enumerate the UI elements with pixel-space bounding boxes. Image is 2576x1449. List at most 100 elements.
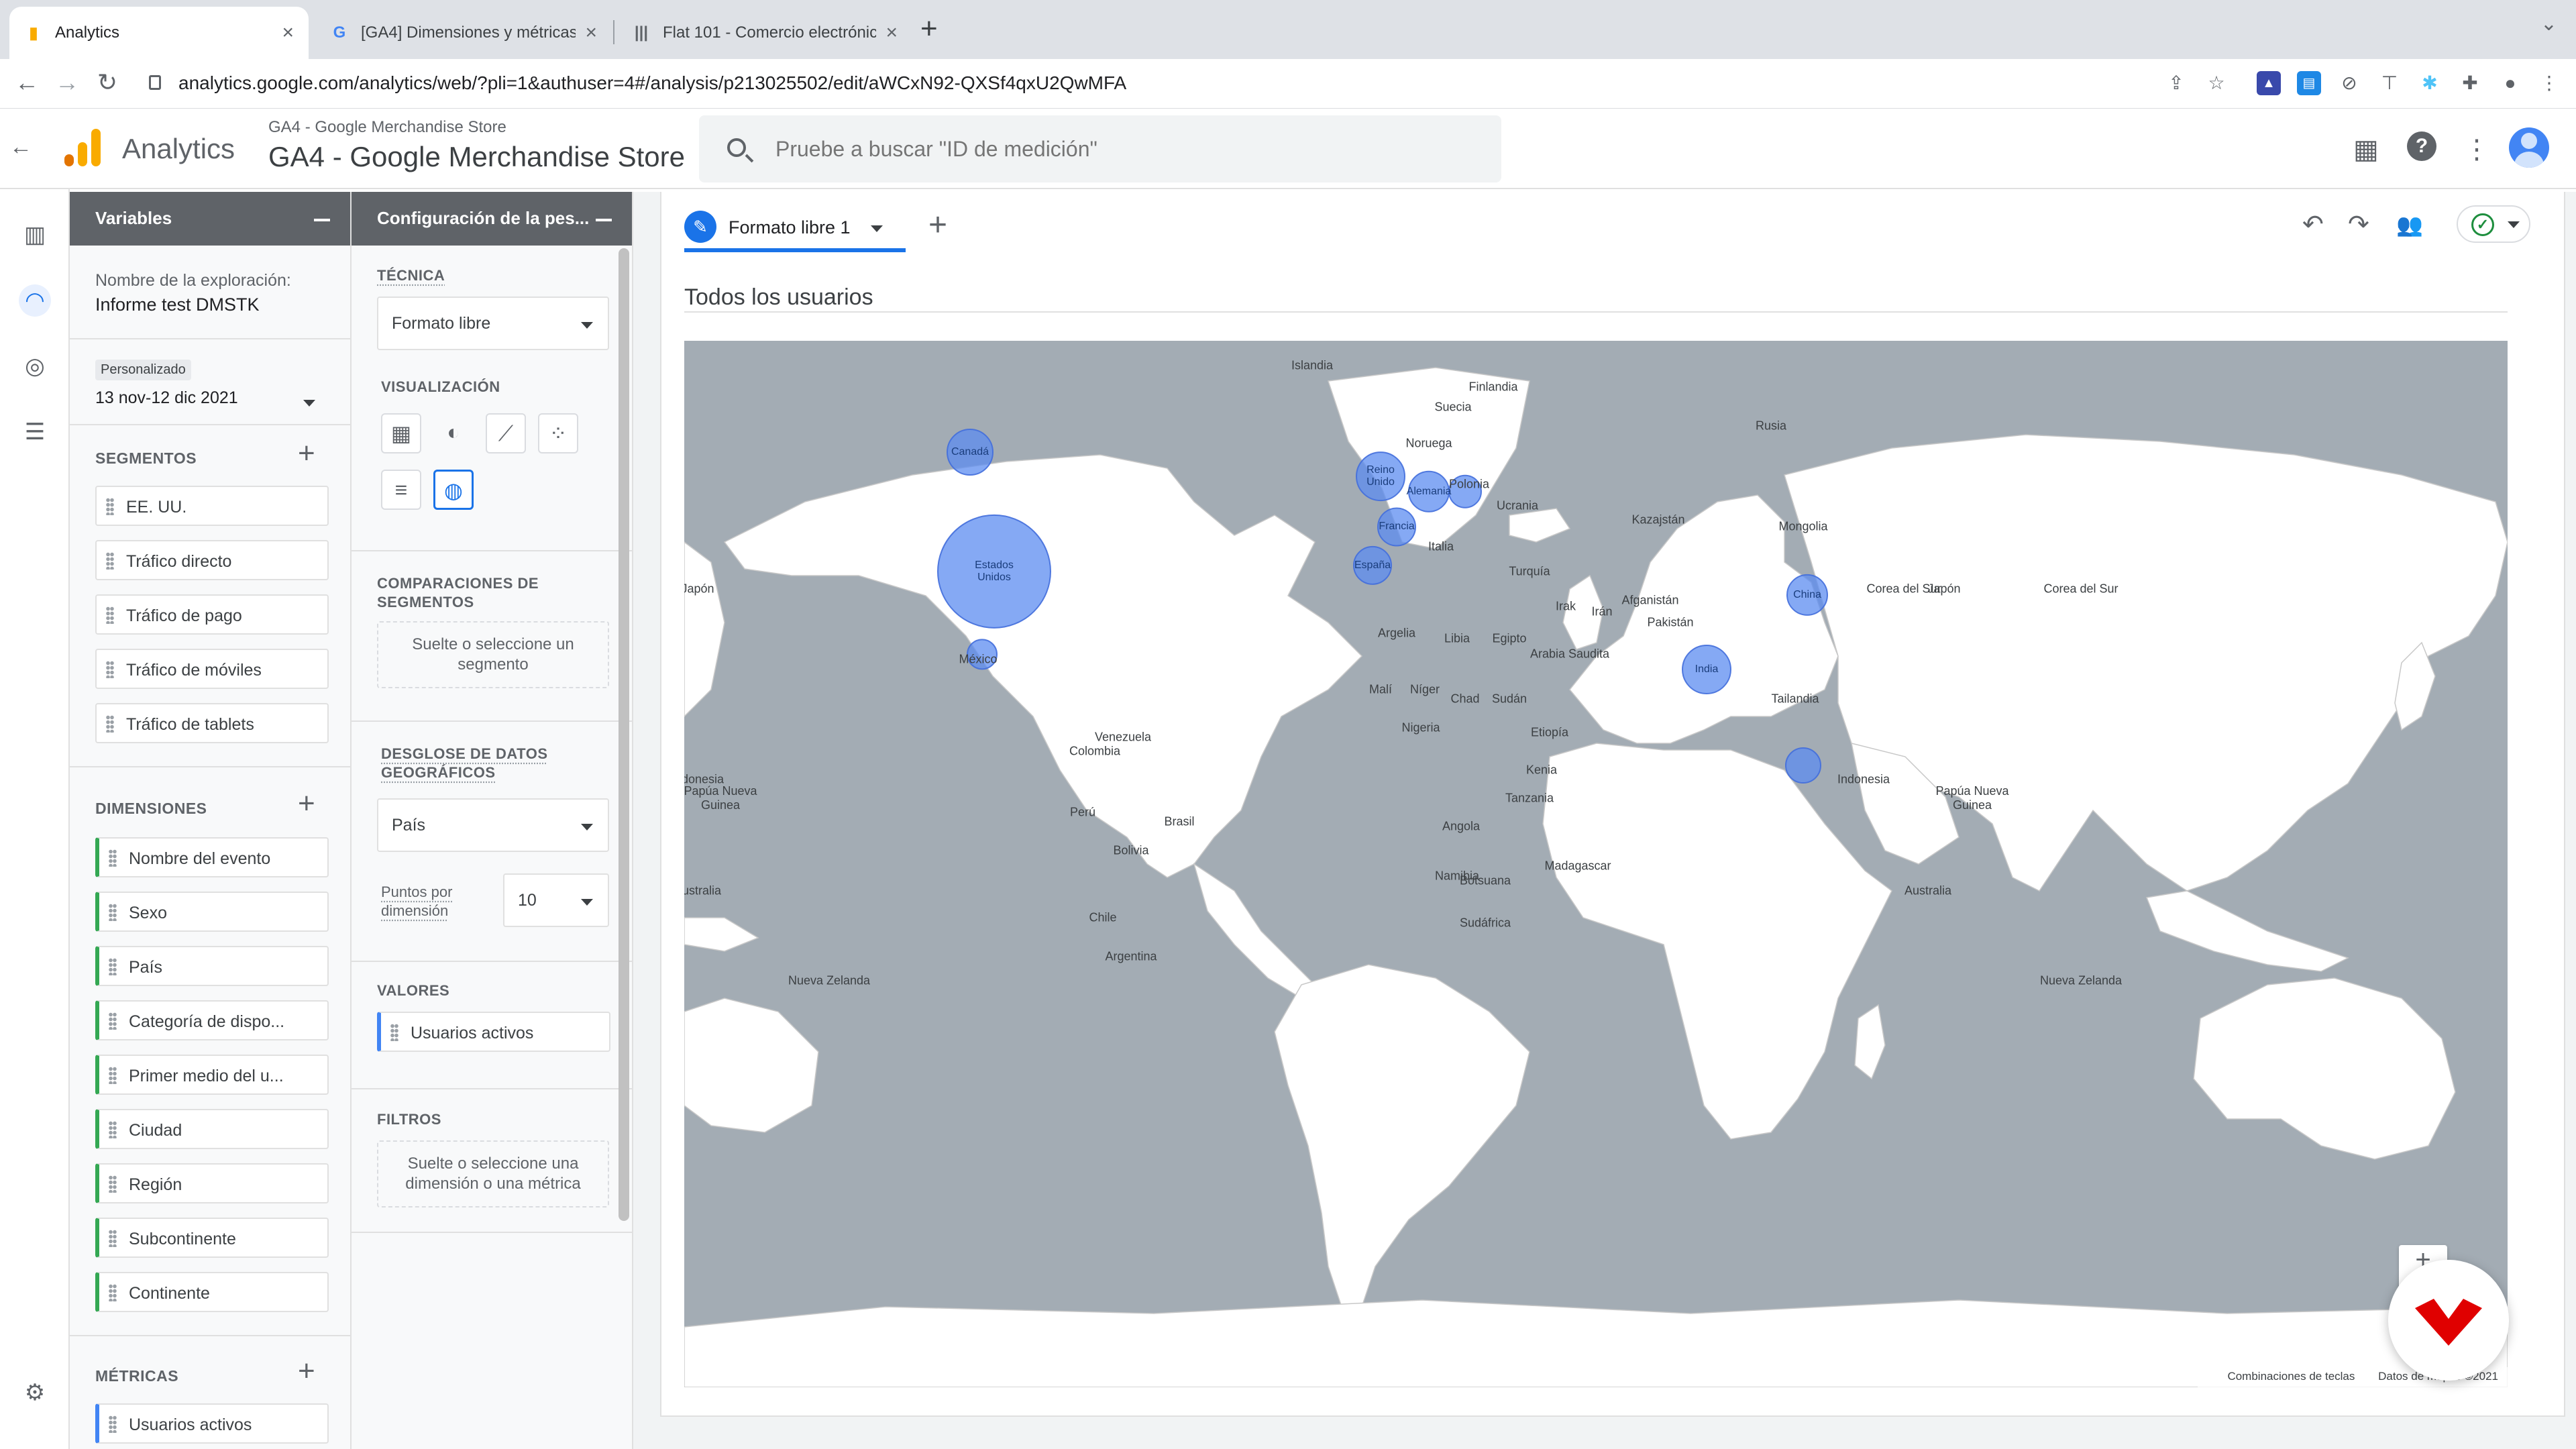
new-tab-icon[interactable]: +: [920, 12, 938, 46]
extension-icon[interactable]: ⊤: [2377, 71, 2402, 95]
address-bar-url[interactable]: analytics.google.com/analytics/web/?pli=…: [178, 72, 1126, 94]
drag-handle-icon[interactable]: [109, 1415, 117, 1433]
search-box[interactable]: [699, 115, 1501, 182]
minimize-panel-icon[interactable]: [596, 219, 612, 221]
tab-formato-libre-1[interactable]: ✎ Formato libre 1: [684, 203, 906, 252]
apps-grid-icon[interactable]: ▦: [2353, 134, 2379, 165]
bookmark-star-icon[interactable]: ☆: [2204, 71, 2229, 95]
segment-dropzone[interactable]: Suelte o seleccione un segmento: [377, 621, 609, 688]
help-icon[interactable]: ?: [2407, 131, 2436, 161]
drag-handle-icon[interactable]: [109, 1230, 117, 1247]
close-tab-icon[interactable]: ×: [885, 21, 898, 44]
drag-handle-icon[interactable]: [109, 1284, 117, 1301]
drag-handle-icon[interactable]: [109, 1067, 117, 1084]
share-icon[interactable]: ⇪: [2164, 71, 2188, 95]
reload-icon[interactable]: ↻: [93, 68, 122, 97]
map-bubble[interactable]: [947, 428, 994, 476]
chevron-down-icon[interactable]: [871, 225, 883, 232]
dimension-item[interactable]: Primer medio del u...: [95, 1055, 329, 1095]
lock-icon[interactable]: [149, 75, 161, 90]
chevron-down-icon[interactable]: [303, 400, 315, 407]
save-status-menu[interactable]: ✓: [2457, 205, 2530, 243]
extension-icon[interactable]: ▲: [2257, 71, 2281, 95]
search-input[interactable]: [775, 133, 1446, 165]
map-bubble[interactable]: [1408, 470, 1450, 513]
drag-handle-icon[interactable]: [390, 1024, 398, 1041]
donut-viz-icon[interactable]: ◐: [433, 413, 474, 453]
avatar[interactable]: [2509, 127, 2549, 168]
map-bubble[interactable]: [1356, 451, 1405, 502]
dimension-item[interactable]: Ciudad: [95, 1109, 329, 1149]
dimension-item[interactable]: Subcontinente: [95, 1218, 329, 1258]
browser-menu-icon[interactable]: ⋮: [2537, 71, 2561, 95]
map-bubble[interactable]: [1785, 747, 1821, 784]
browser-tab-flat101[interactable]: ||| Flat 101 - Comercio electrónico ×: [617, 7, 912, 59]
tab-search-chevron-icon[interactable]: ⌄: [2540, 12, 2557, 36]
back-icon[interactable]: ←: [12, 68, 42, 97]
keyboard-shortcuts-link[interactable]: Combinaciones de teclas: [2227, 1370, 2355, 1383]
account-path[interactable]: GA4 - Google Merchandise Store: [268, 118, 506, 137]
segment-item[interactable]: Tráfico de móviles: [95, 649, 329, 689]
dimension-item[interactable]: Región: [95, 1163, 329, 1203]
add-dimension-icon[interactable]: +: [298, 789, 315, 818]
drag-handle-icon[interactable]: [109, 904, 117, 921]
close-tab-icon[interactable]: ×: [585, 21, 597, 44]
back-arrow-icon[interactable]: ←: [9, 134, 32, 160]
date-range-value[interactable]: 13 nov-12 dic 2021: [95, 388, 330, 408]
forward-icon[interactable]: →: [52, 68, 82, 97]
configure-icon[interactable]: ☰: [19, 416, 51, 448]
drag-handle-icon[interactable]: [109, 1175, 117, 1193]
extension-icon[interactable]: ▤: [2297, 71, 2321, 95]
drag-handle-icon[interactable]: [106, 552, 114, 570]
scatter-viz-icon[interactable]: ⁘: [538, 413, 578, 453]
geo-breakdown-select[interactable]: País: [377, 798, 609, 852]
add-tab-icon[interactable]: +: [928, 207, 947, 244]
extensions-puzzle-icon[interactable]: ✚: [2458, 71, 2482, 95]
dimension-item[interactable]: Categoría de dispo...: [95, 1000, 329, 1040]
geo-map[interactable]: GroenlandiaIslandiaFinlandiaSueciaNorueg…: [684, 341, 2508, 1387]
add-metric-icon[interactable]: +: [298, 1356, 315, 1386]
map-bubble[interactable]: [1786, 574, 1828, 616]
drag-handle-icon[interactable]: [106, 715, 114, 733]
property-name[interactable]: GA4 - Google Merchandise Store: [268, 141, 685, 173]
profile-icon[interactable]: ●: [2498, 71, 2522, 95]
drag-handle-icon[interactable]: [106, 661, 114, 678]
line-viz-icon[interactable]: ⟋: [486, 413, 526, 453]
drag-handle-icon[interactable]: [106, 606, 114, 624]
add-segment-icon[interactable]: +: [298, 439, 315, 468]
geo-map-viz-icon[interactable]: ◍: [433, 470, 474, 510]
segment-item[interactable]: Tráfico de tablets: [95, 703, 329, 743]
explore-icon[interactable]: ◠: [19, 284, 51, 317]
exploration-name[interactable]: Nombre de la exploración: Informe test D…: [95, 271, 330, 315]
drag-handle-icon[interactable]: [106, 498, 114, 515]
drag-handle-icon[interactable]: [109, 849, 117, 867]
dimension-item[interactable]: Continente: [95, 1272, 329, 1312]
metric-item[interactable]: Usuarios activos: [95, 1403, 329, 1444]
segment-item[interactable]: Tráfico de pago: [95, 594, 329, 635]
reports-icon[interactable]: ▥: [19, 219, 51, 251]
segment-item[interactable]: EE. UU.: [95, 486, 329, 526]
technique-select[interactable]: Formato libre: [377, 297, 609, 350]
admin-gear-icon[interactable]: ⚙: [19, 1377, 51, 1409]
advertising-icon[interactable]: ◎: [19, 350, 51, 382]
map-bubble[interactable]: [1353, 545, 1392, 585]
map-bubble[interactable]: [937, 514, 1051, 629]
extension-icon[interactable]: ⊘: [2337, 71, 2361, 95]
settings-scrollbar[interactable]: [619, 248, 629, 1221]
drag-handle-icon[interactable]: [109, 1012, 117, 1030]
extension-icon[interactable]: ✱: [2418, 71, 2442, 95]
drag-handle-icon[interactable]: [109, 958, 117, 975]
more-vert-icon[interactable]: ⋮: [2463, 134, 2490, 165]
drag-handle-icon[interactable]: [109, 1121, 117, 1138]
points-per-dimension-select[interactable]: 10: [503, 873, 609, 927]
segment-item[interactable]: Tráfico directo: [95, 540, 329, 580]
exploration-name-value[interactable]: Informe test DMSTK: [95, 294, 330, 315]
map-bubble[interactable]: [1377, 507, 1416, 547]
analytics-logo-icon[interactable]: [64, 129, 102, 166]
map-bubble[interactable]: [1682, 644, 1731, 694]
minimize-panel-icon[interactable]: [314, 219, 330, 221]
redo-icon[interactable]: ↷: [2348, 209, 2369, 239]
share-users-icon[interactable]: 👥: [2396, 212, 2423, 237]
browser-tab-dimensions[interactable]: G [GA4] Dimensiones y métricas ×: [315, 7, 612, 59]
table-viz-icon[interactable]: ▦: [381, 413, 421, 453]
